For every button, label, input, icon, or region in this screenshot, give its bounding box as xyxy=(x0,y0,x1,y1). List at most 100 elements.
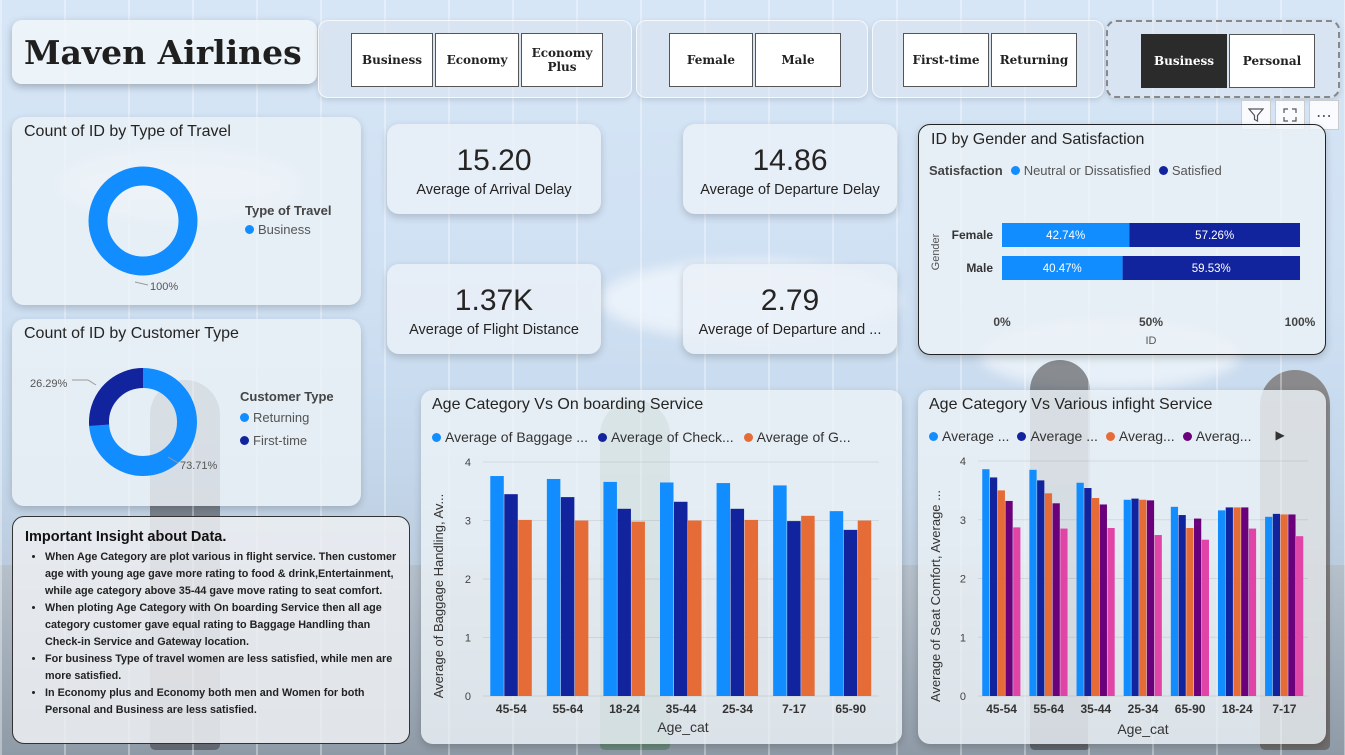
bar-65-90-series-2[interactable] xyxy=(1178,515,1186,696)
bar-18-24-series-1[interactable] xyxy=(1217,510,1226,696)
legend-item-returning[interactable]: Returning xyxy=(240,410,334,425)
slicer-class-business[interactable]: Business xyxy=(351,33,433,87)
bar-45-54-series-1[interactable] xyxy=(490,476,504,696)
y-tick-label: 3 xyxy=(465,516,471,528)
x-tick-label: 65-90 xyxy=(835,702,866,716)
x-tick-label: 25-34 xyxy=(1128,702,1159,716)
bar-18-24-series-5[interactable] xyxy=(1248,528,1257,696)
bar-35-44-series-4[interactable] xyxy=(1099,504,1107,696)
slicer-travel-business[interactable]: Business xyxy=(1141,34,1227,88)
bar-data-label: 57.26% xyxy=(1195,230,1234,242)
bar-65-90-series-2[interactable] xyxy=(843,529,858,696)
slicer-customer-first-time[interactable]: First-time xyxy=(903,33,989,87)
bar-35-44-series-2[interactable] xyxy=(1084,488,1092,696)
bar-45-54-series-4[interactable] xyxy=(1005,500,1013,696)
slicer-gender-female[interactable]: Female xyxy=(669,33,753,87)
bar-25-34-series-4[interactable] xyxy=(1146,500,1155,696)
y-tick-label: 2 xyxy=(465,574,471,586)
bar-18-24-series-3[interactable] xyxy=(1233,507,1241,696)
brand-banner: Maven Airlines xyxy=(12,20,317,84)
kpi-value: 15.20 xyxy=(456,144,532,177)
bar-65-90-series-3[interactable] xyxy=(857,520,872,697)
bar-55-64-series-2[interactable] xyxy=(1037,480,1045,696)
bar-65-90-series-4[interactable] xyxy=(1194,518,1202,696)
bar-45-54-series-2[interactable] xyxy=(504,494,518,696)
insight-point: In Economy plus and Economy both men and… xyxy=(45,685,397,719)
bar-35-44-series-3[interactable] xyxy=(1091,498,1100,696)
bar-55-64-series-3[interactable] xyxy=(1044,493,1053,696)
kpi-label: Average of Arrival Delay xyxy=(416,182,572,198)
legend-item-business[interactable]: Business xyxy=(245,222,331,237)
bar-7-17-series-3[interactable] xyxy=(1280,514,1288,696)
y-axis-title: Average of Seat Comfort, Average ... xyxy=(928,490,943,702)
slicer-class-economy-plus[interactable]: Economy Plus xyxy=(521,33,603,87)
x-tick-label: 100% xyxy=(1285,315,1316,329)
bar-25-34-series-1[interactable] xyxy=(1123,499,1131,696)
bar-7-17-series-5[interactable] xyxy=(1296,536,1304,696)
bar-65-90-series-1[interactable] xyxy=(829,511,844,696)
insight-heading: Important Insight about Data. xyxy=(25,529,227,545)
bar-18-24-series-2[interactable] xyxy=(1225,507,1233,696)
bar-25-34-series-2[interactable] xyxy=(730,508,745,696)
bar-55-64-series-1[interactable] xyxy=(546,478,561,696)
bar-35-44-series-3[interactable] xyxy=(688,520,702,697)
onboarding-chart: Average of Baggage Handling, Av... Age_c… xyxy=(431,457,879,735)
bar-45-54-series-2[interactable] xyxy=(989,477,998,696)
legend-label: Returning xyxy=(253,410,310,425)
y-tick-label: 3 xyxy=(960,515,966,527)
bar-25-34-series-1[interactable] xyxy=(716,483,731,696)
legend-item-first-time[interactable]: First-time xyxy=(240,433,334,448)
bar-55-64-series-4[interactable] xyxy=(1052,503,1060,696)
bar-35-44-series-1[interactable] xyxy=(1076,482,1084,696)
x-tick-label: 65-90 xyxy=(1175,702,1206,716)
bar-18-24-series-2[interactable] xyxy=(617,508,631,696)
customer-slicer: First-time Returning xyxy=(872,20,1104,98)
bar-7-17-series-1[interactable] xyxy=(773,485,787,696)
bar-45-54-series-1[interactable] xyxy=(982,469,990,696)
y-tick-label: 2 xyxy=(960,574,966,586)
bar-55-64-series-1[interactable] xyxy=(1029,469,1037,696)
bar-7-17-series-3[interactable] xyxy=(801,515,815,696)
bar-65-90-series-5[interactable] xyxy=(1201,539,1209,696)
bar-7-17-series-2[interactable] xyxy=(787,521,801,696)
bar-35-44-series-1[interactable] xyxy=(660,482,674,696)
bar-25-34-series-5[interactable] xyxy=(1154,535,1162,696)
bar-18-24-series-3[interactable] xyxy=(631,521,645,696)
bar-55-64-series-5[interactable] xyxy=(1060,528,1068,696)
slicer-class-economy[interactable]: Economy xyxy=(435,33,519,87)
bar-18-24-series-4[interactable] xyxy=(1241,507,1249,696)
slicer-customer-returning[interactable]: Returning xyxy=(991,33,1077,87)
bar-55-64-series-2[interactable] xyxy=(560,497,575,696)
bar-25-34-series-2[interactable] xyxy=(1131,498,1139,696)
slicer-travel-personal[interactable]: Personal xyxy=(1229,34,1315,88)
bar-35-44-series-5[interactable] xyxy=(1107,527,1115,696)
legend-title: Type of Travel xyxy=(245,203,332,218)
bar-65-90-series-1[interactable] xyxy=(1170,506,1179,696)
bar-7-17-series-4[interactable] xyxy=(1288,514,1296,696)
bar-7-17-series-2[interactable] xyxy=(1272,513,1281,696)
y-tick-label: 0 xyxy=(465,691,471,703)
bar-55-64-series-3[interactable] xyxy=(574,520,589,697)
bar-35-44-series-2[interactable] xyxy=(674,501,688,696)
bar-65-90-series-3[interactable] xyxy=(1186,527,1194,696)
x-tick-label: 18-24 xyxy=(1222,702,1253,716)
kpi-label: Average of Departure and ... xyxy=(698,322,882,338)
type-of-travel-legend: Type of Travel Business xyxy=(245,203,331,237)
bar-25-34-series-3[interactable] xyxy=(1139,499,1147,696)
bar-45-54-series-3[interactable] xyxy=(518,519,532,696)
bar-45-54-series-5[interactable] xyxy=(1013,527,1021,696)
legend-marker xyxy=(245,225,254,234)
brand-title: Maven Airlines xyxy=(24,32,302,72)
gender-slicer: Female Male xyxy=(636,20,868,98)
insight-list: When Age Category are plot various in fl… xyxy=(25,549,397,719)
slicer-gender-male[interactable]: Male xyxy=(755,33,841,87)
bar-7-17-series-1[interactable] xyxy=(1265,516,1273,696)
y-tick-label: 4 xyxy=(960,456,966,468)
bar-25-34-series-3[interactable] xyxy=(744,519,759,696)
bar-45-54-series-3[interactable] xyxy=(997,490,1005,696)
bar-18-24-series-1[interactable] xyxy=(603,481,617,696)
y-tick-label: Male xyxy=(966,261,993,275)
legend-marker xyxy=(240,413,249,422)
y-tick-label: 0 xyxy=(960,691,966,703)
donut-slice-business[interactable] xyxy=(88,166,198,276)
